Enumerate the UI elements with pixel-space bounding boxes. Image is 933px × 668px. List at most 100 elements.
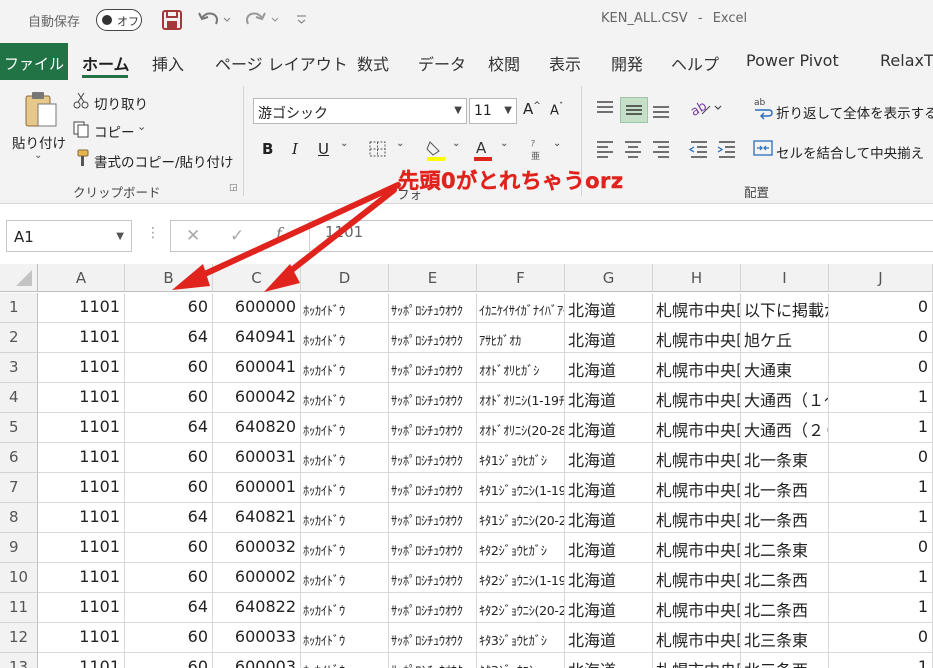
cell-i[interactable]: 北一条東 [741,443,829,473]
cell-f[interactable]: ｷﾀ1ｼﾞｮｳﾆｼ(1-19ﾁｮｳﾒ) [477,473,565,503]
select-all-button[interactable] [0,264,38,292]
row-header[interactable]: 10 [0,563,38,593]
cell-a[interactable]: 1101 [38,323,125,353]
cell-i[interactable]: 北一条西 [741,473,829,503]
formula-bar-grip-icon[interactable]: ⋮ [146,225,160,241]
borders-icon[interactable] [368,140,388,158]
cell-g[interactable]: 北海道 [565,533,653,563]
cell-a[interactable]: 1101 [38,413,125,443]
align-top-icon[interactable] [594,98,616,120]
save-icon[interactable] [160,8,184,32]
cell-j[interactable]: 1 [829,503,933,533]
cell-i[interactable]: 北二条西 [741,563,829,593]
cell-g[interactable]: 北海道 [565,503,653,533]
cell-d[interactable]: ﾎｯｶｲﾄﾞｳ [301,593,389,623]
cell-b[interactable]: 60 [125,533,213,563]
increase-indent-icon[interactable] [716,138,738,160]
cell-f[interactable]: ｲｶﾆｹｲｻｲｶﾞﾅｲﾊﾞｱｲ [477,293,565,323]
cell-f[interactable]: ｵｵﾄﾞｵﾘﾆｼ(1-19ﾁｮｳﾒ) [477,383,565,413]
cell-a[interactable]: 1101 [38,653,125,668]
cell-i[interactable]: 大通西（１～１９丁目） [741,383,829,413]
cell-h[interactable]: 札幌市中央区 [653,353,741,383]
cell-a[interactable]: 1101 [38,533,125,563]
cell-i[interactable]: 北一条西 [741,503,829,533]
decrease-indent-icon[interactable] [688,138,710,160]
cell-c[interactable]: 600031 [213,443,301,473]
merge-center-button[interactable]: セルを結合して中央揃え [776,142,924,162]
cell-f[interactable]: ｷﾀ3ｼﾞｮｳﾋｶﾞｼ [477,623,565,653]
cell-j[interactable]: 1 [829,413,933,443]
cell-h[interactable]: 札幌市中央区 [653,533,741,563]
autosave-toggle[interactable]: オフ [96,9,142,31]
cell-h[interactable]: 札幌市中央区 [653,503,741,533]
cell-i[interactable]: 北二条東 [741,533,829,563]
cell-j[interactable]: 0 [829,623,933,653]
cell-d[interactable]: ﾎｯｶｲﾄﾞｳ [301,443,389,473]
cell-e[interactable]: ｻｯﾎﾟﾛｼﾁｭｳｵｳｸ [389,653,477,668]
italic-button[interactable]: I [292,140,298,158]
cell-c[interactable]: 600033 [213,623,301,653]
cell-h[interactable]: 札幌市中央区 [653,623,741,653]
cell-c[interactable]: 600042 [213,383,301,413]
cell-b[interactable]: 60 [125,293,213,323]
cell-g[interactable]: 北海道 [565,323,653,353]
cell-h[interactable]: 札幌市中央区 [653,473,741,503]
tab-data[interactable]: データ [418,51,466,75]
cell-a[interactable]: 1101 [38,623,125,653]
cell-j[interactable]: 0 [829,353,933,383]
cell-i[interactable]: 以下に掲載がない場合 [741,293,829,323]
align-right-icon[interactable] [650,138,672,160]
row-header[interactable]: 11 [0,593,38,623]
cell-f[interactable]: ｷﾀ2ｼﾞｮｳﾆｼ(20-28ﾁｮｳﾒ) [477,593,565,623]
cell-b[interactable]: 64 [125,413,213,443]
cell-e[interactable]: ｻｯﾎﾟﾛｼﾁｭｳｵｳｸ [389,443,477,473]
cell-j[interactable]: 0 [829,443,933,473]
tab-help[interactable]: ヘルプ [671,51,719,75]
worksheet-grid[interactable]: ABCDEFGHIJ 1 1101 60 600000 ﾎｯｶｲﾄﾞｳ ｻｯﾎﾟﾛｼﾁｭｳ… [0,264,933,668]
cell-i[interactable]: 旭ケ丘 [741,323,829,353]
tab-review[interactable]: 校閲 [488,51,520,75]
cell-f[interactable]: ｷﾀ1ｼﾞｮｳﾆｼ(20-28ﾁｮｳﾒ) [477,503,565,533]
bold-button[interactable]: B [262,140,273,158]
font-color-icon[interactable]: A [472,138,494,162]
cell-f[interactable]: ｷﾀ2ｼﾞｮｳﾋｶﾞｼ [477,533,565,563]
tab-view[interactable]: 表示 [549,51,581,75]
cell-g[interactable]: 北海道 [565,383,653,413]
cell-b[interactable]: 64 [125,503,213,533]
cell-e[interactable]: ｻｯﾎﾟﾛｼﾁｭｳｵｳｸ [389,413,477,443]
column-header-a[interactable]: A [38,264,125,292]
cell-b[interactable]: 64 [125,593,213,623]
column-header-j[interactable]: J [829,264,933,292]
cell-c[interactable]: 640821 [213,503,301,533]
cell-j[interactable]: 1 [829,383,933,413]
cell-e[interactable]: ｻｯﾎﾟﾛｼﾁｭｳｵｳｸ [389,383,477,413]
cell-b[interactable]: 60 [125,473,213,503]
cell-a[interactable]: 1101 [38,383,125,413]
cell-i[interactable]: 北三条西 [741,653,829,668]
cell-f[interactable]: ｵｵﾄﾞｵﾘﾆｼ(20-28ﾁｮｳﾒ) [477,413,565,443]
cell-i[interactable]: 北二条西 [741,593,829,623]
copy-button[interactable]: コピー [94,121,135,141]
insert-function-icon[interactable]: f [276,224,282,243]
increase-font-size-icon[interactable]: A^ [523,100,541,118]
cell-e[interactable]: ｻｯﾎﾟﾛｼﾁｭｳｵｳｸ [389,533,477,563]
cell-j[interactable]: 1 [829,473,933,503]
cell-g[interactable]: 北海道 [565,443,653,473]
cell-f[interactable]: ｷﾀ3ｼﾞｮｳﾆｼ [477,653,565,668]
cell-c[interactable]: 600032 [213,533,301,563]
cell-h[interactable]: 札幌市中央区 [653,593,741,623]
tab-home[interactable]: ホーム [82,51,130,75]
row-header[interactable]: 6 [0,443,38,473]
cell-i[interactable]: 大通西（２０～２８丁目） [741,413,829,443]
cell-a[interactable]: 1101 [38,473,125,503]
cell-d[interactable]: ﾎｯｶｲﾄﾞｳ [301,413,389,443]
cancel-icon[interactable]: ✕ [186,226,200,246]
cell-b[interactable]: 60 [125,383,213,413]
cell-e[interactable]: ｻｯﾎﾟﾛｼﾁｭｳｵｳｸ [389,473,477,503]
font-size-combobox[interactable]: 11 ▼ [469,98,517,124]
cell-b[interactable]: 60 [125,653,213,668]
row-header[interactable]: 3 [0,353,38,383]
cell-e[interactable]: ｻｯﾎﾟﾛｼﾁｭｳｵｳｸ [389,503,477,533]
clipboard-paste-icon[interactable] [20,90,60,130]
customize-qat-icon[interactable] [294,8,310,32]
